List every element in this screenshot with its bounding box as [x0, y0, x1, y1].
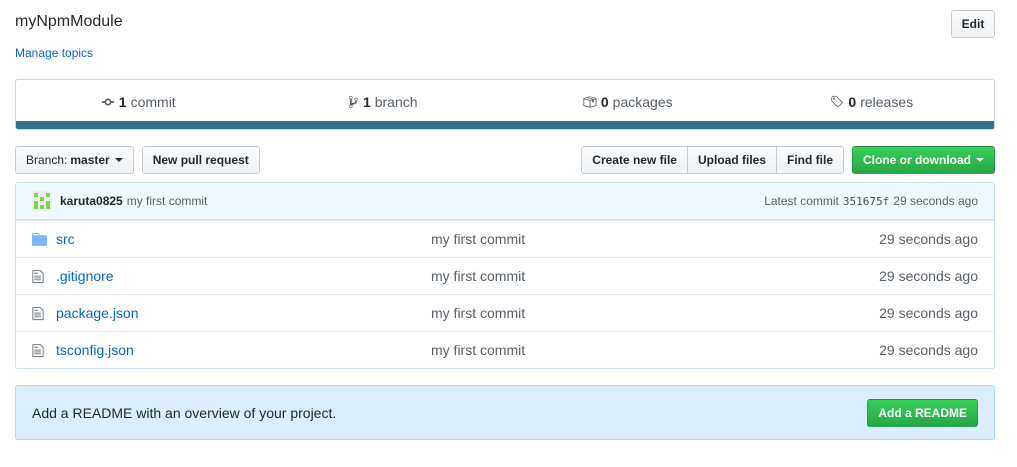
commits-count: 1 — [118, 93, 127, 110]
releases-label: releases — [860, 93, 914, 110]
package-icon — [583, 95, 597, 108]
file-name-link[interactable]: .gitignore — [56, 268, 431, 284]
branch-select-button[interactable]: Branch: master — [15, 146, 134, 174]
manage-topics-link[interactable]: Manage topics — [15, 46, 93, 60]
new-pull-request-button[interactable]: New pull request — [141, 146, 260, 174]
repo-summary: 1 commit 1 branch 0 packages 0 releases — [15, 79, 995, 130]
file-name-link[interactable]: src — [56, 231, 431, 247]
folder-icon — [32, 232, 52, 246]
find-file-button[interactable]: Find file — [776, 146, 844, 174]
branch-name: master — [70, 153, 110, 167]
caret-down-icon — [114, 158, 123, 162]
repo-name: myNpmModule — [15, 13, 123, 30]
commit-icon — [101, 98, 114, 105]
releases-summary[interactable]: 0 releases — [750, 94, 995, 110]
file-listing: karuta0825 my first commit Latest commit… — [15, 182, 995, 369]
add-readme-button[interactable]: Add a README — [867, 398, 978, 427]
commit-message-link[interactable]: my first commit — [127, 194, 208, 208]
file-icon — [32, 343, 52, 358]
latest-commit-label: Latest commit — [764, 194, 839, 208]
commits-label: commit — [130, 93, 176, 110]
file-commit-message[interactable]: my first commit — [431, 342, 879, 358]
tag-icon — [831, 95, 844, 107]
file-icon — [32, 306, 52, 321]
branch-prefix: Branch: — [26, 153, 68, 167]
file-commit-message[interactable]: my first commit — [431, 305, 879, 321]
readme-prompt-text: Add a README with an overview of your pr… — [32, 404, 337, 421]
latest-commit-bar: karuta0825 my first commit Latest commit… — [16, 183, 994, 220]
commits-summary[interactable]: 1 commit — [16, 94, 261, 110]
branches-count: 1 — [362, 93, 371, 110]
toolbar-right: Create new file Upload files Find file C… — [581, 146, 995, 174]
toolbar-left: Branch: master New pull request — [15, 146, 260, 174]
create-new-file-button[interactable]: Create new file — [581, 146, 688, 174]
file-age: 29 seconds ago — [879, 268, 978, 284]
commit-meta: Latest commit 351675f 29 seconds ago — [764, 194, 978, 208]
packages-count: 0 — [600, 93, 609, 110]
file-age: 29 seconds ago — [879, 342, 978, 358]
commit-sha-link[interactable]: 351675f — [843, 195, 889, 208]
releases-count: 0 — [848, 93, 857, 110]
clone-download-label: Clone or download — [863, 153, 971, 167]
file-name-link[interactable]: package.json — [56, 305, 431, 321]
branch-icon — [349, 95, 358, 108]
edit-button[interactable]: Edit — [951, 10, 995, 38]
packages-label: packages — [612, 93, 673, 110]
file-name-link[interactable]: tsconfig.json — [56, 342, 431, 358]
packages-summary[interactable]: 0 packages — [505, 94, 750, 110]
file-age: 29 seconds ago — [879, 305, 978, 321]
file-row-tsconfig-json[interactable]: tsconfig.json my first commit 29 seconds… — [16, 331, 994, 368]
branches-summary[interactable]: 1 branch — [261, 94, 506, 110]
file-commit-message[interactable]: my first commit — [431, 268, 879, 284]
commit-age: 29 seconds ago — [893, 194, 978, 208]
file-age: 29 seconds ago — [879, 231, 978, 247]
caret-down-icon — [976, 158, 984, 162]
file-row-gitignore[interactable]: .gitignore my first commit 29 seconds ag… — [16, 257, 994, 294]
upload-files-button[interactable]: Upload files — [686, 146, 777, 174]
language-bar[interactable] — [16, 121, 994, 129]
branches-label: branch — [374, 93, 418, 110]
file-row-src[interactable]: src my first commit 29 seconds ago — [16, 220, 994, 257]
commit-author-link[interactable]: karuta0825 — [60, 194, 123, 208]
file-actions-group: Create new file Upload files Find file — [581, 146, 844, 174]
file-icon — [32, 269, 52, 284]
file-commit-message[interactable]: my first commit — [431, 231, 879, 247]
readme-prompt: Add a README with an overview of your pr… — [15, 385, 995, 440]
clone-download-button[interactable]: Clone or download — [852, 146, 995, 174]
file-row-package-json[interactable]: package.json my first commit 29 seconds … — [16, 294, 994, 331]
avatar[interactable] — [32, 191, 52, 211]
